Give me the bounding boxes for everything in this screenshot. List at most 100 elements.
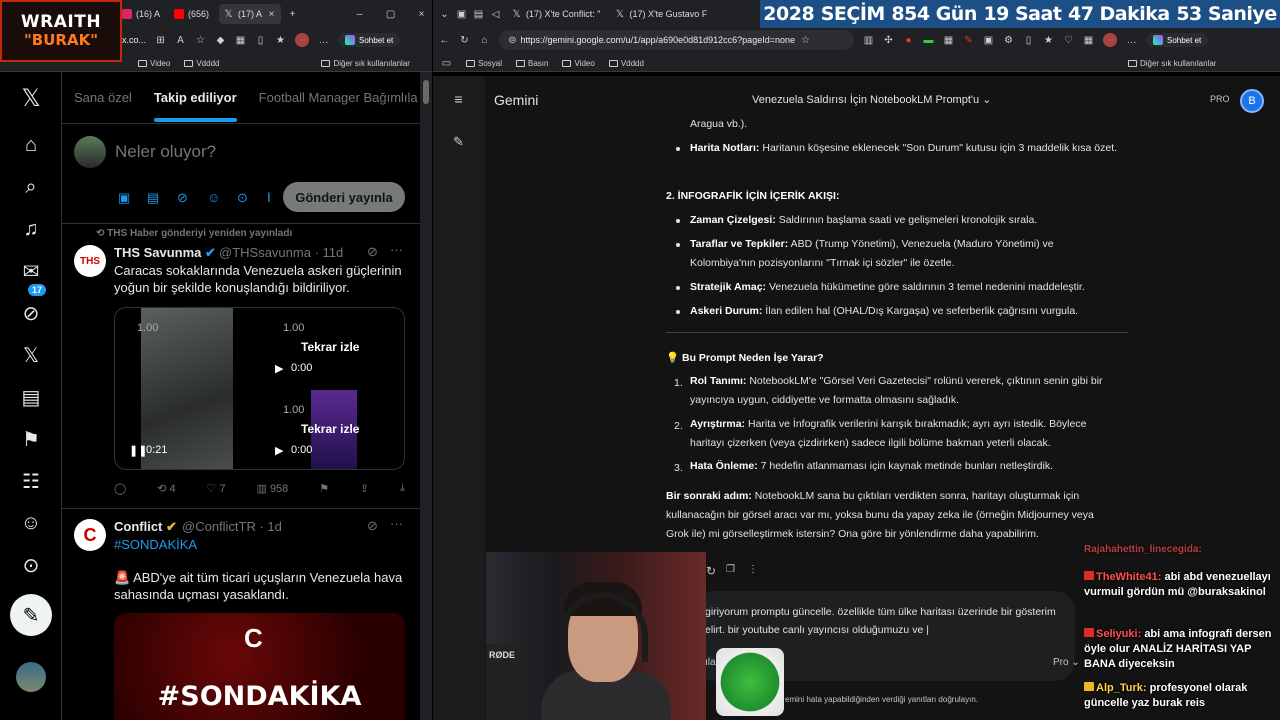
premium-x-icon[interactable]: 𝕏 (19, 343, 43, 367)
profile-icon[interactable]: ☺ (19, 511, 43, 535)
bookmark-vdddd[interactable]: Vdddd (184, 59, 219, 68)
grok-icon[interactable]: ⊘ (177, 190, 188, 206)
extension-icon[interactable]: ▣ (983, 35, 994, 46)
reply-icon[interactable]: ◯ (114, 482, 126, 495)
tweet-handle[interactable]: @ConflictTR · 1d (182, 519, 282, 534)
workspaces-icon[interactable]: ▣ (456, 9, 467, 20)
grok-icon[interactable]: ⊘ (367, 518, 378, 534)
close-window-icon[interactable]: × (416, 9, 427, 20)
ths-avatar[interactable]: THS (74, 245, 106, 277)
heart-icon[interactable]: ♡ (1063, 35, 1074, 46)
new-chat-icon[interactable]: ✎ (453, 135, 464, 148)
tweet-author[interactable]: THS Savunma ✔ (114, 245, 216, 261)
prompt-text-line[interactable]: giriyorum promptu güncelle. özellikle tü… (705, 603, 1075, 622)
explore-icon[interactable]: ⌕ (19, 175, 43, 199)
conflict-avatar[interactable]: C (74, 519, 106, 551)
extension-icon[interactable]: ⚙ (1003, 35, 1014, 46)
location-icon[interactable]: ⊙ (237, 190, 248, 206)
tweet-handle[interactable]: @THSsavunma · 11d (219, 245, 343, 260)
download-icon[interactable]: ⤓ (400, 482, 405, 495)
tweet-hashtag[interactable]: #SONDAKİKA (114, 536, 197, 553)
tweet-image[interactable]: C #SONDAKİKA (114, 613, 405, 720)
extension-icon[interactable]: ✎ (963, 35, 974, 46)
bookmark-other[interactable]: Diğer sık kullanılanlar (1127, 59, 1216, 68)
tab-gustavo[interactable]: 𝕏 (17) X'te Gustavo F (610, 4, 711, 24)
grok-icon[interactable]: ⊘ (19, 301, 43, 325)
tab-actions-icon[interactable]: ⌄ (439, 9, 450, 20)
play-icon[interactable]: ▶ (275, 362, 283, 375)
like-button[interactable]: ♡ 7 (207, 482, 226, 495)
share-icon[interactable]: ⇪ (360, 482, 369, 495)
collections-icon[interactable]: ▦ (235, 35, 246, 46)
extension-icon[interactable]: ● (903, 35, 914, 46)
gemini-title[interactable]: Gemini (494, 92, 538, 108)
x-logo-icon[interactable]: 𝕏 (19, 85, 43, 112)
star-icon[interactable]: ☆ (195, 35, 206, 46)
account-avatar[interactable] (16, 662, 46, 692)
mute-icon[interactable]: ◁ (490, 9, 501, 20)
tab-for-you[interactable]: Sana özel (74, 90, 132, 105)
chat-title-dropdown[interactable]: Venezuela Saldırısı İçin NotebookLM Prom… (752, 93, 991, 106)
timeline-scrollbar[interactable] (420, 72, 432, 720)
extension-icon[interactable]: ▦ (943, 35, 954, 46)
bookmark-other[interactable]: Diğer sık kullanılanlar (321, 59, 410, 68)
regenerate-icon[interactable]: ↻ (706, 564, 716, 578)
home-icon[interactable]: ⌂ (479, 35, 490, 46)
star-icon[interactable]: ☆ (800, 35, 811, 46)
post-feather-button[interactable]: ✎ (10, 594, 52, 636)
prompt-text-line[interactable]: elirt. bir youtube canlı yayıncısı olduğ… (705, 621, 1075, 640)
extension-icon[interactable]: ◆ (215, 35, 226, 46)
address-bar[interactable]: ⊜ https://gemini.google.com/u/1/app/a690… (499, 30, 854, 50)
profile-avatar[interactable] (1103, 33, 1117, 47)
extension-icon[interactable]: ▥ (863, 35, 874, 46)
pause-icon[interactable]: ❚❚ (129, 444, 147, 457)
model-selector[interactable]: Pro ⌄ (1053, 657, 1080, 668)
close-icon[interactable]: × (266, 9, 277, 20)
communities-icon[interactable]: ☷ (19, 469, 43, 493)
site-info-icon[interactable]: ⊜ (507, 35, 518, 46)
sohbet-button[interactable]: Sohbet et (1146, 33, 1209, 47)
new-tab-button[interactable]: + (287, 9, 298, 20)
media-icon[interactable]: ▣ (118, 190, 130, 206)
tweet-author[interactable]: Conflict ✔ (114, 519, 177, 535)
play-icon[interactable]: ▶ (275, 444, 283, 457)
bookmark-icon[interactable]: ⚑ (319, 482, 329, 495)
url-text[interactable]: x.co... (122, 35, 146, 45)
split-screen-icon[interactable]: ▯ (1023, 35, 1034, 46)
refresh-icon[interactable]: ↻ (459, 35, 470, 46)
tools-button[interactable]: ıla (705, 657, 716, 668)
gif-icon[interactable]: ▤ (147, 190, 159, 206)
more-icon[interactable]: ··· (390, 242, 403, 257)
sohbet-button[interactable]: Sohbet et (338, 33, 401, 47)
profile-avatar[interactable] (295, 33, 310, 47)
scroll-thumb[interactable] (423, 80, 429, 104)
bookmark-video[interactable]: Video (138, 59, 170, 68)
tab-1[interactable]: (16) A (118, 4, 164, 24)
favorites-icon[interactable]: ★ (1043, 35, 1054, 46)
replay-button[interactable]: Tekrar izle (301, 340, 359, 354)
extension-icon[interactable]: ✣ (883, 35, 894, 46)
back-icon[interactable]: ← (439, 35, 450, 46)
tab-following[interactable]: Takip ediliyor (153, 90, 237, 122)
notifications-icon[interactable]: ♫ (19, 217, 43, 241)
bookmark-vdddd[interactable]: Vdddd (608, 59, 644, 68)
retweet-button[interactable]: ⟲ 4 (157, 482, 175, 495)
maximize-icon[interactable]: ▢ (385, 9, 396, 20)
extension-icon[interactable]: ▬ (923, 35, 934, 46)
menu-icon[interactable]: ≡ (453, 92, 464, 106)
views-button[interactable]: ▥ 958 (256, 482, 288, 495)
replay-button[interactable]: Tekrar izle (301, 422, 359, 436)
translate-icon[interactable]: A (175, 35, 186, 46)
bookmark-sosyal[interactable]: Sosyal (466, 59, 502, 68)
more-icon[interactable]: ⊙ (19, 553, 43, 577)
bookmark-basin[interactable]: Basın (516, 59, 548, 68)
copy-icon[interactable]: ❐ (726, 564, 735, 575)
more-icon[interactable]: … (1126, 35, 1137, 46)
favorites-icon[interactable]: ★ (275, 35, 286, 46)
tab-2[interactable]: (656) (170, 4, 213, 24)
more-options-icon[interactable]: ⋮ (748, 564, 758, 575)
user-avatar[interactable]: B (1240, 89, 1264, 113)
tab-3[interactable]: 𝕏 (17) A × (219, 4, 282, 24)
grok-icon[interactable]: ⊘ (367, 244, 378, 260)
collections-icon[interactable]: ▦ (1083, 35, 1094, 46)
